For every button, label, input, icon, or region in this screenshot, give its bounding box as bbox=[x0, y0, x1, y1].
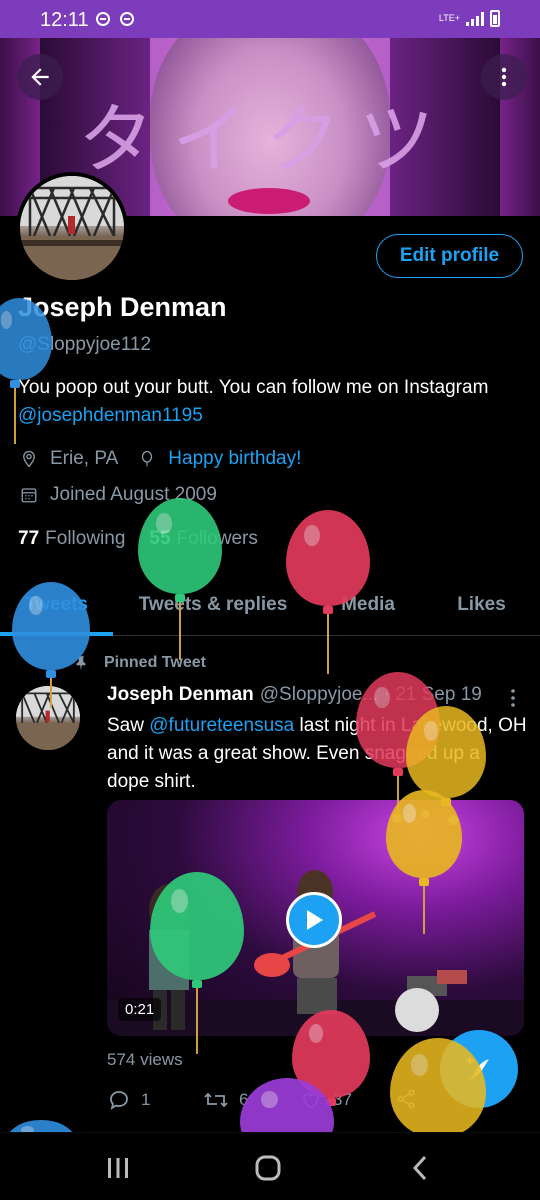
profile-name: Joseph Denman bbox=[18, 292, 227, 322]
status-time: 12:11 bbox=[40, 9, 89, 31]
banner-text: タイクツ bbox=[78, 95, 453, 184]
bio-instagram-link[interactable]: @josephdenman1195 bbox=[18, 405, 203, 426]
birthday-link[interactable]: Happy birthday! bbox=[168, 448, 301, 470]
edit-profile-button[interactable]: Edit profile bbox=[376, 234, 523, 278]
location-pin-icon bbox=[18, 448, 40, 470]
play-icon bbox=[307, 910, 323, 930]
arrow-left-icon bbox=[31, 68, 49, 86]
recent-apps-icon bbox=[108, 1158, 128, 1178]
reply-button[interactable]: 1 bbox=[107, 1088, 150, 1112]
tweet-handle-date: @Sloppyjoe... · 21 Sep 19 bbox=[259, 684, 482, 705]
profile-bio: You poop out your butt. You can follow m… bbox=[18, 374, 518, 430]
profile-joined: Joined August 2009 bbox=[50, 484, 217, 505]
tab-tweets-replies[interactable]: Tweets & replies bbox=[113, 580, 313, 635]
tweet-more-button[interactable] bbox=[506, 688, 520, 713]
profile-location: Erie, PA bbox=[50, 448, 119, 469]
tweet-header: Joseph Denman @Sloppyjoe... · 21 Sep 19 bbox=[107, 684, 482, 706]
compose-tweet-icon bbox=[466, 1056, 489, 1081]
reply-count: 1 bbox=[141, 1090, 151, 1109]
followers-count: 55 bbox=[149, 528, 171, 549]
follow-stats: 77 Following 55 Followers bbox=[18, 528, 258, 550]
profile-tabs: Tweets Tweets & replies Media Likes bbox=[0, 580, 540, 636]
retweet-count: 6 bbox=[239, 1090, 249, 1109]
network-type: LTE+ bbox=[438, 13, 460, 23]
calendar-icon bbox=[18, 484, 40, 506]
system-icons: LTE+ bbox=[439, 10, 500, 27]
profile-meta-location-birthday: Erie, PA Happy birthday! bbox=[18, 448, 301, 470]
profile-joined-row: Joined August 2009 bbox=[18, 484, 217, 506]
retweet-button[interactable]: 6 bbox=[203, 1088, 248, 1112]
retweet-icon bbox=[204, 1092, 228, 1108]
tab-media[interactable]: Media bbox=[313, 580, 423, 635]
tweet-author[interactable]: Joseph Denman bbox=[107, 684, 254, 705]
tab-tweets[interactable]: Tweets bbox=[0, 580, 113, 636]
video-duration: 0:21 bbox=[118, 998, 162, 1021]
battery-icon bbox=[490, 10, 500, 27]
video-play-button[interactable] bbox=[286, 892, 342, 948]
share-button[interactable] bbox=[395, 1088, 417, 1110]
status-bar: 12:11 LTE+ bbox=[0, 0, 540, 38]
back-nav-button[interactable] bbox=[400, 1153, 440, 1183]
recent-apps-button[interactable] bbox=[98, 1153, 138, 1183]
heart-icon bbox=[303, 1093, 319, 1110]
overflow-menu-button[interactable] bbox=[481, 54, 527, 100]
following-label: Following bbox=[45, 528, 126, 549]
back-button[interactable] bbox=[17, 54, 63, 100]
like-button[interactable]: 37 bbox=[299, 1088, 352, 1112]
sync-icon bbox=[120, 12, 134, 26]
signal-icon bbox=[466, 11, 484, 26]
following-count: 77 bbox=[18, 528, 40, 549]
followers-link[interactable]: 55 Followers bbox=[149, 528, 257, 550]
balloon-icon bbox=[136, 448, 158, 470]
avatar-bridge-image bbox=[16, 686, 80, 750]
pinned-indicator: Pinned Tweet bbox=[72, 654, 206, 672]
chevron-left-icon bbox=[412, 1155, 427, 1181]
android-nav-bar bbox=[0, 1132, 540, 1200]
compose-tweet-button[interactable] bbox=[440, 1030, 518, 1108]
pin-icon bbox=[76, 656, 86, 671]
following-link[interactable]: 77 Following bbox=[18, 528, 125, 550]
tweet-avatar[interactable] bbox=[16, 686, 80, 750]
home-icon bbox=[255, 1155, 281, 1181]
profile-avatar[interactable] bbox=[16, 172, 128, 284]
more-vertical-icon bbox=[511, 689, 515, 707]
followers-label: Followers bbox=[176, 528, 258, 549]
tab-likes[interactable]: Likes bbox=[423, 580, 540, 635]
home-button[interactable] bbox=[248, 1153, 288, 1183]
bio-text: You poop out your butt. You can follow m… bbox=[18, 377, 489, 398]
do-not-disturb-icon bbox=[96, 12, 110, 26]
pinned-label: Pinned Tweet bbox=[104, 654, 206, 671]
avatar-bridge-image bbox=[20, 176, 124, 280]
reply-icon bbox=[110, 1091, 128, 1110]
profile-handle: @Sloppyjoe112 bbox=[18, 334, 152, 355]
tweet-mention-link[interactable]: @futureteensusa bbox=[149, 715, 294, 736]
tweet-text: Saw @futureteensusa last night in Lakewo… bbox=[107, 715, 527, 792]
more-vertical-icon bbox=[501, 67, 507, 87]
share-icon bbox=[397, 1089, 415, 1109]
video-views: 574 views bbox=[107, 1050, 183, 1069]
like-count: 37 bbox=[333, 1090, 352, 1109]
